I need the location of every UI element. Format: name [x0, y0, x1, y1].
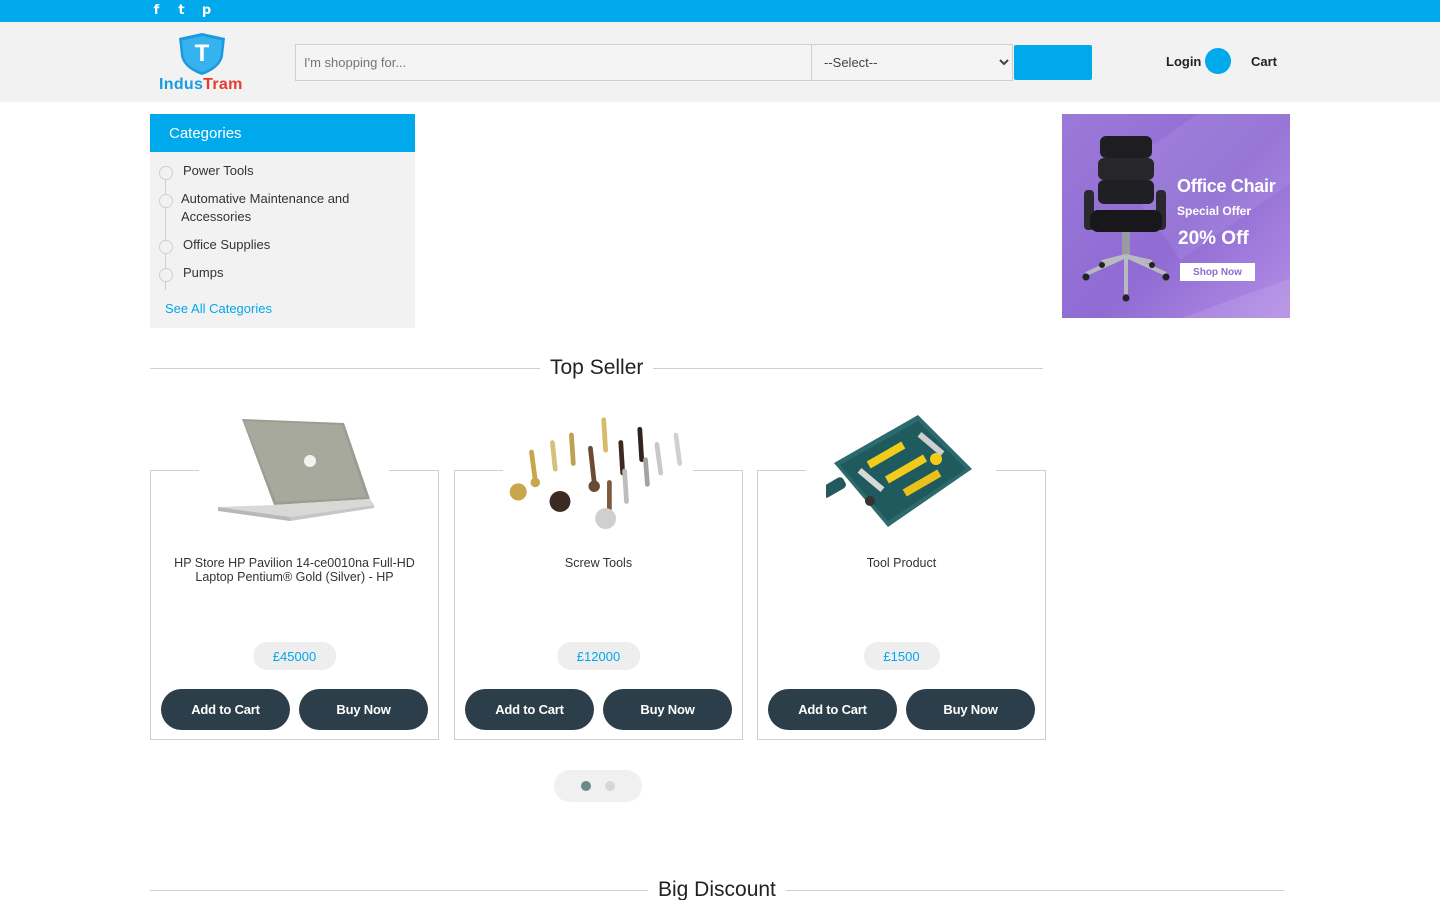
cart-label: Cart: [1251, 54, 1278, 69]
category-select[interactable]: --Select--: [811, 44, 1013, 81]
carousel-dot-1[interactable]: [581, 781, 591, 791]
bullet-icon: [159, 166, 173, 180]
top-seller-heading: Top Seller: [150, 356, 1046, 380]
bullet-icon: [159, 240, 173, 254]
social-links: f t p: [149, 3, 214, 19]
add-to-cart-button[interactable]: Add to Cart: [465, 689, 594, 730]
product-name[interactable]: HP Store HP Pavilion 14-ce0010na Full-HD…: [165, 556, 424, 584]
product-price: £12000: [556, 642, 641, 670]
see-all-label: See All Categories: [165, 301, 272, 316]
section-title: Top Seller: [550, 356, 644, 379]
office-chair-banner[interactable]: Office Chair Special Offer 20% Off Shop …: [1062, 114, 1290, 318]
category-item-power-tools[interactable]: Power Tools: [150, 162, 415, 190]
divider: [150, 367, 540, 369]
cart-link[interactable]: Cart: [1251, 54, 1280, 69]
category-label: Pumps: [183, 265, 224, 280]
banner-discount: 20% Off: [1178, 228, 1249, 249]
logo-text: IndusTram: [159, 76, 243, 94]
add-to-cart-button[interactable]: Add to Cart: [161, 689, 290, 730]
search-bar: --Select--: [295, 44, 1092, 81]
categories-title: Categories: [169, 124, 242, 142]
divider: [653, 367, 1044, 369]
banner-subtitle: Special Offer: [1177, 204, 1252, 218]
search-button[interactable]: [1014, 45, 1092, 80]
category-label: Power Tools: [183, 163, 254, 178]
section-title: Big Discount: [658, 878, 776, 900]
site-header: T IndusTram --Select-- Login Cart: [0, 22, 1440, 102]
toolkit-image: [826, 415, 972, 527]
pinterest-icon[interactable]: p: [199, 3, 214, 19]
divider: [150, 889, 648, 891]
office-chair-image: [1082, 136, 1170, 302]
product-name[interactable]: Screw Tools: [469, 556, 728, 570]
product-card: Screw Tools £12000 Add to Cart Buy Now: [454, 410, 743, 740]
category-item-office-supplies[interactable]: Office Supplies: [150, 236, 415, 264]
banner-title: Office Chair: [1177, 176, 1276, 196]
product-image-laptop[interactable]: [199, 410, 389, 534]
category-item-pumps[interactable]: Pumps: [150, 264, 415, 292]
laptop-image: [218, 419, 374, 521]
product-price: £45000: [252, 642, 337, 670]
buy-now-button[interactable]: Buy Now: [906, 689, 1035, 730]
categories-list: Power Tools Automative Maintenance and A…: [150, 152, 415, 292]
see-all-categories-link[interactable]: See All Categories: [165, 301, 272, 316]
shop-now-button[interactable]: Shop Now: [1180, 263, 1255, 281]
buy-now-button[interactable]: Buy Now: [603, 689, 732, 730]
divider: [785, 889, 1284, 891]
product-image-toolkit[interactable]: [806, 410, 996, 534]
carousel-dot-2[interactable]: [605, 781, 615, 791]
login-link[interactable]: Login: [1166, 48, 1232, 74]
product-card: Tool Product £1500 Add to Cart Buy Now: [757, 410, 1046, 740]
twitter-icon[interactable]: t: [174, 3, 189, 19]
product-image-screws[interactable]: [503, 410, 693, 534]
screws-image: [509, 417, 683, 529]
facebook-icon[interactable]: f: [149, 3, 164, 19]
product-card: HP Store HP Pavilion 14-ce0010na Full-HD…: [150, 410, 439, 740]
buy-now-button[interactable]: Buy Now: [299, 689, 428, 730]
product-price: £1500: [863, 642, 940, 670]
logo[interactable]: T IndusTram: [157, 32, 249, 96]
svg-text:T: T: [195, 40, 210, 67]
add-to-cart-button[interactable]: Add to Cart: [768, 689, 897, 730]
user-icon: [1205, 48, 1232, 74]
search-input[interactable]: [295, 44, 811, 81]
top-social-bar: f t p: [0, 0, 1440, 22]
categories-panel: Categories Power Tools Automative Mainte…: [150, 114, 415, 328]
category-item-automative[interactable]: Automative Maintenance and Accessories: [150, 190, 415, 236]
category-label: Office Supplies: [183, 237, 271, 252]
category-label: Automative Maintenance and Accessories: [181, 191, 350, 224]
big-discount-heading: Big Discount: [150, 878, 1291, 900]
product-name[interactable]: Tool Product: [772, 556, 1031, 570]
shield-logo-icon: T: [179, 33, 225, 75]
bullet-icon: [159, 268, 173, 282]
bullet-icon: [159, 194, 173, 208]
logo-text-indus: Indus: [159, 76, 204, 93]
categories-header[interactable]: Categories: [150, 114, 415, 152]
carousel-pagination: [554, 770, 642, 802]
logo-text-tram: Tram: [203, 76, 243, 93]
login-label: Login: [1166, 53, 1202, 69]
